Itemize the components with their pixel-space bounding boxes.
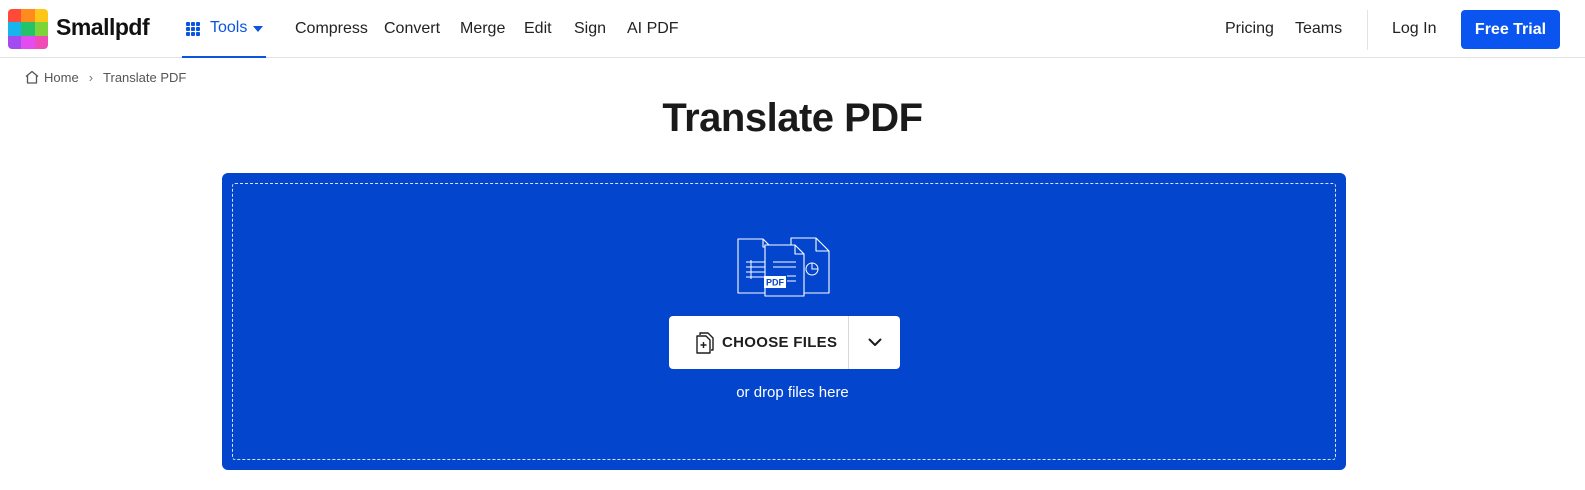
smallpdf-logo-icon[interactable]: [8, 9, 48, 49]
breadcrumb-home-link[interactable]: Home: [44, 70, 79, 85]
tools-grid-icon: [186, 22, 200, 36]
files-illustration-icon: PDF: [737, 237, 830, 297]
login-link[interactable]: Log In: [1392, 20, 1436, 38]
caret-down-icon: [253, 26, 263, 32]
pdf-badge-label: PDF: [766, 278, 785, 288]
file-add-icon: [696, 331, 714, 354]
nav-link-teams[interactable]: Teams: [1295, 20, 1342, 38]
breadcrumb-separator: ›: [88, 69, 94, 85]
nav-link-convert[interactable]: Convert: [384, 20, 440, 38]
top-navigation: Smallpdf Tools Compress Convert Merge Ed…: [0, 0, 1585, 58]
page-title: Translate PDF: [662, 96, 923, 140]
breadcrumb-current: Translate PDF: [103, 69, 187, 85]
drop-files-hint: or drop files here: [736, 384, 849, 401]
tools-label: Tools: [210, 19, 248, 36]
nav-link-merge[interactable]: Merge: [460, 20, 505, 38]
nav-link-ai-pdf[interactable]: AI PDF: [627, 20, 679, 38]
home-icon: [25, 70, 39, 84]
choose-files-button[interactable]: CHOOSE FILES: [669, 316, 848, 369]
nav-link-sign[interactable]: Sign: [574, 20, 606, 38]
brand-name[interactable]: Smallpdf: [56, 14, 150, 41]
nav-link-edit[interactable]: Edit: [524, 20, 552, 38]
nav-divider: [1367, 10, 1368, 50]
choose-files-label: CHOOSE FILES: [722, 334, 838, 351]
chevron-down-icon: [868, 338, 881, 346]
nav-link-pricing[interactable]: Pricing: [1225, 20, 1274, 38]
breadcrumb: Home › Translate PDF: [24, 68, 186, 86]
free-trial-button[interactable]: Free Trial: [1461, 10, 1560, 49]
nav-link-compress[interactable]: Compress: [295, 20, 368, 38]
tools-menu-button[interactable]: Tools: [182, 0, 266, 58]
choose-files-options-button[interactable]: [848, 316, 900, 369]
